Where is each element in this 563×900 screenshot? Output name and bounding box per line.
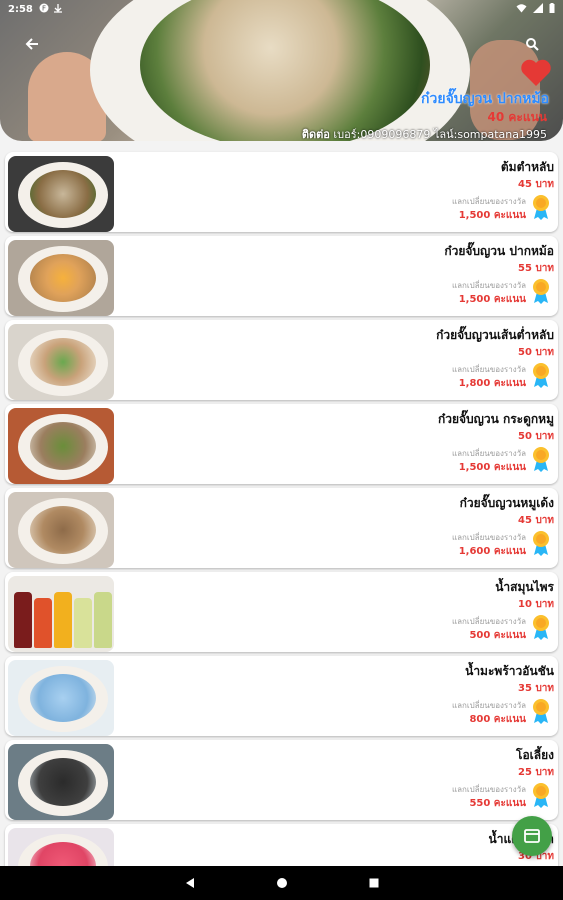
menu-item-name: ก๋วยจั๊บญวน ปากหม้อ [444,244,554,258]
svg-text:F: F [42,4,46,12]
food-shape [30,422,96,470]
nav-recents-icon [369,878,378,887]
award-icon [532,446,550,472]
shop-header: 2:58 F ก๋วยจั๊บญวน ปากหม้อ 40 คะแนน ติดต [0,0,563,141]
search-icon [526,38,539,51]
redeem-label: แลกเปลี่ยนของรางวัล [451,449,526,458]
menu-item-points: 500 คะแนน [469,630,526,641]
menu-item-name: ก๋วยจั๊บญวนเส้นต่ำหลับ [436,328,554,342]
award-icon [532,278,550,304]
food-shape [30,758,96,806]
redeem-label: แลกเปลี่ยนของรางวัล [451,533,526,542]
menu-item-price: 25 บาท [518,767,554,778]
menu-item-card[interactable]: โอเลี้ยง 25 บาทแลกเปลี่ยนของรางวัล 550 คะแ… [5,740,558,820]
menu-item-image [8,744,114,820]
award-icon [532,362,550,388]
menu-item-card[interactable]: ก๋วยจั๊บญวน กระดูกหมู 50 บาทแลกเปลี่ยนของ… [5,404,558,484]
status-bar: 2:58 F [0,0,563,18]
back-button[interactable] [20,32,44,56]
award-icon [532,782,550,808]
header-soup-image [140,0,430,141]
menu-item-image [8,156,114,232]
menu-item-card[interactable]: น้ำสมุนไพร 10 บาทแลกเปลี่ยนของรางวัล 500 ค… [5,572,558,652]
redeem-label: แลกเปลี่ยนของรางวัล [451,617,526,626]
menu-item-name: ต้มตำหลับ [500,160,554,174]
menu-item-points: 1,500 คะแนน [458,462,526,473]
menu-item-price: 10 บาท [518,599,554,610]
menu-item-image [8,324,114,400]
bottle-shape [14,592,32,648]
menu-item-image [8,240,114,316]
food-shape [30,254,96,302]
menu-item-points: 800 คะแนน [469,714,526,725]
system-nav-bar [0,866,563,900]
menu-item-name: น้ำสมุนไพร [495,580,554,594]
redeem-label: แลกเปลี่ยนของรางวัล [451,365,526,374]
nav-back-button[interactable] [184,874,196,893]
menu-item-card[interactable]: น้ำมะพร้าวอันชัน 35 บาทแลกเปลี่ยนของรางวั… [5,656,558,736]
menu-item-card[interactable]: ก๋วยจั๊บญวนหมูเด้ง 45 บาทแลกเปลี่ยนของราง… [5,488,558,568]
menu-item-price: 45 บาท [518,179,554,190]
heart-icon [521,59,551,86]
menu-item-image [8,408,114,484]
menu-item-card[interactable]: ก๋วยจั๊บญวน ปากหม้อ 55 บาทแลกเปลี่ยนของรา… [5,236,558,316]
signal-icon [533,2,543,16]
menu-item-points: 550 คะแนน [469,798,526,809]
menu-item-image [8,576,114,652]
search-button[interactable] [520,32,544,56]
bottle-shape [54,592,72,648]
redeem-label: แลกเปลี่ยนของรางวัล [451,701,526,710]
shop-contact: ติดต่อ เบอร์:0909096879 ไลน์:sompatana19… [302,125,547,141]
nav-home-icon [276,877,287,888]
menu-item-name: โอเลี้ยง [516,748,554,762]
redeem-label: แลกเปลี่ยนของรางวัล [451,281,526,290]
favorite-button[interactable] [519,58,553,88]
menu-item-name: ก๋วยจั๊บญวนหมูเด้ง [459,496,554,510]
menu-item-image [8,660,114,736]
menu-item-points: 1,500 คะแนน [458,294,526,305]
menu-list: ต้มตำหลับ 45 บาท แลกเปลี่ยนของรางวัล 1,500 … [5,152,558,900]
menu-item-points: 1,500 คะแนน [458,210,526,221]
award-icon [532,614,550,640]
redeem-label: แลกเปลี่ยนของรางวัล [451,785,526,794]
battery-icon [549,2,555,16]
wifi-icon [516,3,527,16]
status-time: 2:58 [8,3,33,15]
contact-text: เบอร์:0909096879 ไลน์:sompatana1995 [333,128,547,141]
menu-item-price: 50 บาท [518,347,554,358]
menu-item-name: น้ำมะพร้าวอันชัน [465,664,554,678]
award-icon [532,194,550,220]
bottle-shape [94,592,112,648]
bottle-shape [74,598,92,648]
menu-item-card[interactable]: ต้มตำหลับ 45 บาทแลกเปลี่ยนของรางวัล 1,500 … [5,152,558,232]
menu-item-price: 50 บาท [518,431,554,442]
card-icon [524,829,540,843]
menu-item-image [8,492,114,568]
menu-item-card[interactable]: ก๋วยจั๊บญวนเส้นต่ำหลับ 50 บาทแลกเปลี่ยนขอ… [5,320,558,400]
menu-item-price: 35 บาท [518,683,554,694]
menu-item-price: 45 บาท [518,515,554,526]
award-icon [532,698,550,724]
menu-item-points: 1,800 คะแนน [458,378,526,389]
menu-item-price: 55 บาท [518,263,554,274]
shop-name: ก๋วยจั๊บญวน ปากหม้อ [421,91,549,107]
award-icon [532,530,550,556]
menu-item-points: 1,600 คะแนน [458,546,526,557]
bottle-shape [34,598,52,648]
back-arrow-icon [25,38,38,50]
food-shape [30,506,96,554]
redeem-label: แลกเปลี่ยนของรางวัล [451,197,526,206]
food-shape [30,674,96,722]
cart-button[interactable] [512,816,552,856]
notification-icon: F [39,3,49,16]
nav-back-icon [185,877,194,888]
download-icon [53,3,63,16]
contact-label: ติดต่อ [301,128,330,141]
nav-recents-button[interactable] [368,874,380,893]
menu-item-name: ก๋วยจั๊บญวน กระดูกหมู [437,412,554,426]
food-shape [30,170,96,218]
nav-home-button[interactable] [276,874,288,893]
food-shape [30,338,96,386]
